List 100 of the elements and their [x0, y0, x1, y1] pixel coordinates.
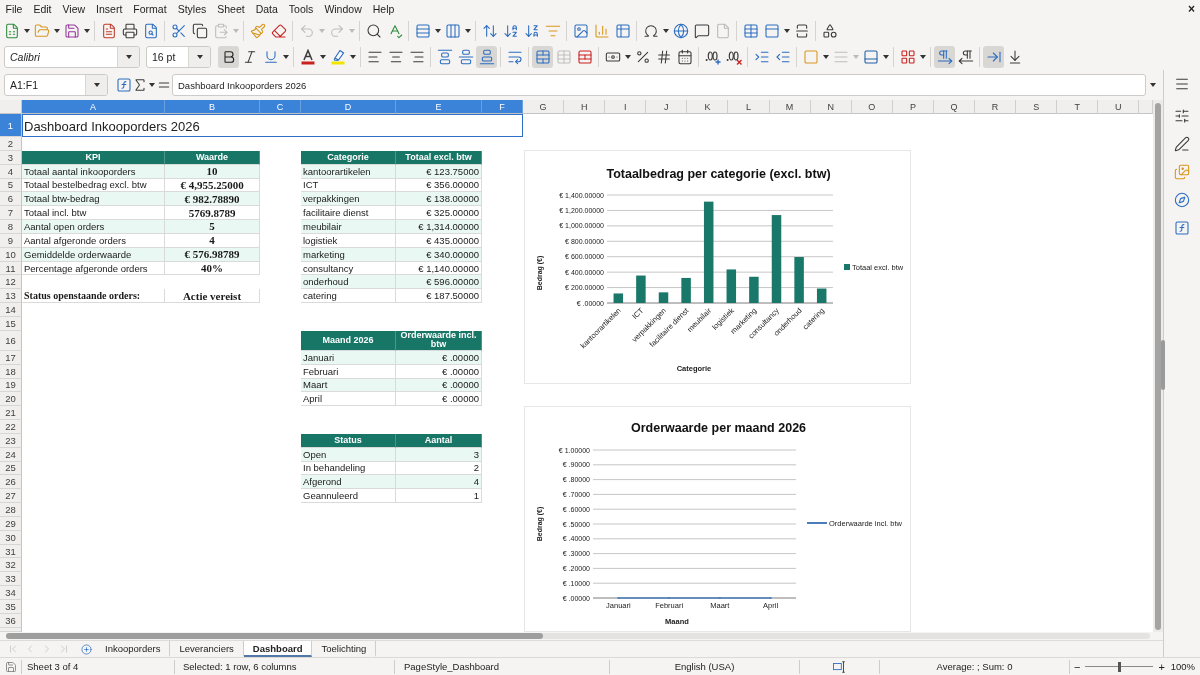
dropdown-button[interactable] [188, 47, 210, 67]
row-header[interactable]: 32 [0, 558, 22, 573]
delete-decimal-icon [725, 49, 742, 65]
menu-item[interactable]: Tools [283, 1, 319, 17]
row-header[interactable]: 6 [0, 192, 22, 207]
merge-center-button[interactable] [532, 46, 553, 68]
menu-item[interactable]: File [0, 1, 28, 17]
bold-button[interactable] [218, 46, 239, 68]
dropdown-button[interactable] [85, 75, 107, 95]
column-header[interactable]: G [523, 100, 565, 114]
row-header[interactable]: 22 [0, 420, 22, 434]
images-icon [1174, 164, 1190, 180]
column-header[interactable]: I [605, 100, 647, 114]
sigma-icon [132, 77, 148, 93]
split-cells-icon [576, 49, 593, 65]
align-middle-icon [457, 49, 474, 65]
dropdown-button[interactable] [117, 47, 139, 67]
row-header[interactable]: 13 [0, 289, 22, 304]
selection-info: Selected: 1 row, 6 columns [183, 661, 297, 672]
sheet-tab[interactable]: Inkooporders [96, 641, 171, 657]
sidebar-handle[interactable] [1161, 340, 1165, 390]
close-document-button[interactable]: × [1186, 2, 1197, 16]
row-header[interactable]: 26 [0, 475, 22, 490]
row-header[interactable]: 16 [0, 330, 22, 351]
text-horizontal-button[interactable] [983, 46, 1004, 68]
column-header[interactable]: L [728, 100, 770, 114]
row-header[interactable]: 2 [0, 137, 22, 151]
row-header[interactable]: 28 [0, 503, 22, 517]
column-header[interactable]: U [1098, 100, 1140, 114]
zoom-out-button[interactable]: − [1072, 660, 1083, 673]
menu-item[interactable]: Window [318, 1, 368, 17]
column-header[interactable]: P [892, 100, 934, 114]
highlighter-icon [329, 49, 346, 65]
chart-bar [726, 269, 737, 303]
page-style: PageStyle_Dashboard [404, 661, 500, 672]
image-icon [572, 23, 589, 39]
horizontal-scrollbar[interactable] [6, 633, 1150, 639]
paintbrush-icon [249, 23, 266, 39]
column-header[interactable]: E [396, 100, 482, 114]
table-cell: Status openstaande orders: [22, 289, 165, 304]
column-header[interactable]: B [165, 100, 260, 114]
chart-bar [658, 292, 669, 303]
menu-item[interactable]: Sheet [211, 1, 251, 17]
column-header[interactable]: H [564, 100, 606, 114]
row-header[interactable]: 21 [0, 406, 22, 421]
font-name-field[interactable]: Calibri [4, 46, 140, 68]
name-box[interactable]: A1:F1 [4, 74, 108, 96]
menu-item[interactable]: Edit [27, 1, 57, 17]
menu-item[interactable]: Styles [172, 1, 212, 17]
sort-descending-icon [523, 23, 540, 39]
row-header[interactable]: 35 [0, 600, 22, 614]
column-header[interactable]: C [260, 100, 301, 114]
column-header[interactable]: Q [933, 100, 976, 114]
caret-icon [624, 55, 631, 59]
row-header[interactable]: 33 [0, 572, 22, 587]
vertical-scrollbar[interactable] [1153, 100, 1163, 632]
row-header[interactable]: 8 [0, 220, 22, 234]
column-header[interactable]: A [22, 100, 165, 114]
row-header[interactable]: 14 [0, 303, 22, 317]
column-header[interactable]: S [1016, 100, 1058, 114]
row-header[interactable]: 1 [0, 114, 22, 137]
column-header[interactable]: R [975, 100, 1017, 114]
row-header[interactable]: 27 [0, 489, 22, 504]
menu-item[interactable]: Help [367, 1, 400, 17]
column-header[interactable]: O [851, 100, 893, 114]
column-header[interactable]: K [687, 100, 729, 114]
sheet-tab[interactable]: Dashboard [243, 641, 313, 657]
sheet-tab[interactable]: Toelichting [312, 641, 377, 657]
zoom-in-button[interactable]: + [1156, 660, 1167, 673]
menu-item[interactable]: Data [250, 1, 284, 17]
column-header[interactable]: N [810, 100, 852, 114]
column-header[interactable]: D [301, 100, 396, 114]
left-to-right-button[interactable] [934, 46, 955, 68]
add-sheet-button[interactable] [78, 641, 94, 657]
sliders-icon [1174, 108, 1190, 124]
column-header[interactable]: F [482, 100, 523, 114]
table-header-cell: Maand 2026 [301, 330, 396, 351]
sort-ascending-icon [502, 23, 519, 39]
zoom-slider-thumb[interactable] [1117, 661, 1121, 672]
column-header[interactable]: M [769, 100, 811, 114]
printer-icon [121, 23, 138, 39]
column-header[interactable]: T [1057, 100, 1099, 114]
chart-bar [816, 288, 827, 303]
menu-item[interactable]: Insert [90, 1, 128, 17]
formula-input[interactable]: Dashboard Inkooporders 2026 [172, 74, 1146, 96]
row-header[interactable]: 7 [0, 206, 22, 221]
menu-item[interactable]: View [57, 1, 91, 17]
menu-item[interactable]: Format [127, 1, 173, 17]
sheet-tab[interactable]: Leveranciers [170, 641, 244, 657]
column-header[interactable]: J [646, 100, 688, 114]
document-icon [714, 23, 731, 39]
font-size-field[interactable]: 16 pt [146, 46, 211, 68]
filter-icon [544, 23, 561, 39]
row-header[interactable]: 34 [0, 586, 22, 600]
hash-icon [655, 49, 672, 65]
row-header[interactable]: 12 [0, 275, 22, 290]
row-header[interactable]: 20 [0, 392, 22, 407]
table-cell: Totaal incl. btw [22, 206, 165, 221]
table-cell: 5769.8789 [165, 206, 260, 221]
arrow-right-icon [985, 49, 1002, 65]
